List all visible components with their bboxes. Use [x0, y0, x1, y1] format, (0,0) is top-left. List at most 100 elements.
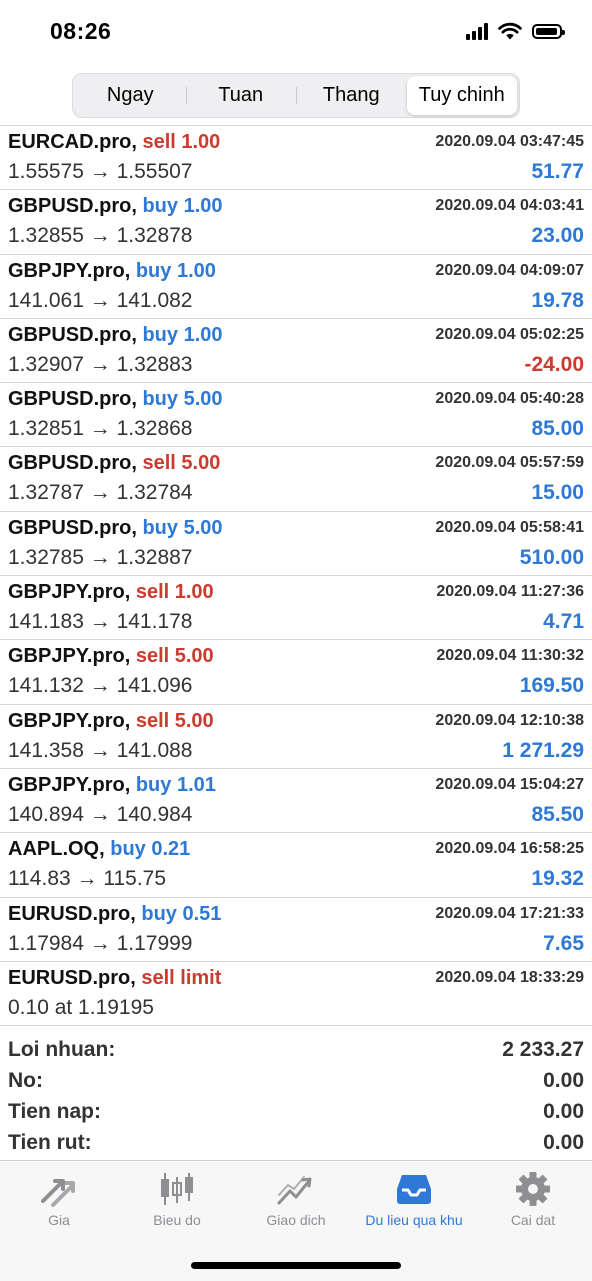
summary-credit-row: No: 0.00 [0, 1067, 592, 1098]
summary-deposit-row: Tien nap: 0.00 [0, 1098, 592, 1129]
summary-profit-value: 2 233.27 [502, 1038, 584, 1061]
nav-tab-trade[interactable]: Giao dich [237, 1161, 355, 1241]
trade-symbol: GBPUSD.pro, sell 5.00 [8, 452, 220, 475]
trade-symbol-name: AAPL.OQ, [8, 838, 105, 861]
trade-profit: 19.78 [531, 288, 584, 312]
trade-datetime: 2020.09.04 17:21:33 [435, 904, 584, 922]
trade-profit: 7.65 [543, 931, 584, 955]
trade-datetime: 2020.09.04 18:33:29 [435, 968, 584, 986]
trade-profit: -24.00 [524, 352, 584, 376]
trade-symbol-name: GBPUSD.pro, [8, 323, 137, 346]
trade-row[interactable]: GBPJPY.pro, sell 5.00 2020.09.04 11:30:32… [0, 640, 592, 705]
trade-symbol: GBPUSD.pro, buy 1.00 [8, 195, 223, 218]
battery-icon [532, 23, 565, 39]
trade-action: sell 5.00 [135, 645, 214, 668]
trade-symbol-name: GBPUSD.pro, [8, 516, 137, 539]
trade-row[interactable]: GBPUSD.pro, buy 5.00 2020.09.04 05:40:28 1… [0, 383, 592, 448]
trade-action: sell 1.00 [142, 131, 221, 153]
tab-month[interactable]: Thang [296, 76, 407, 115]
trade-symbol: EURUSD.pro, sell limit [8, 967, 221, 990]
tab-week[interactable]: Tuan [185, 76, 297, 115]
nav-tab-settings[interactable]: Cai dat [474, 1161, 592, 1241]
trade-symbol: GBPJPY.pro, sell 1.00 [8, 581, 214, 604]
trade-datetime: 2020.09.04 11:30:32 [436, 647, 584, 665]
trade-profit: 510.00 [519, 545, 584, 569]
summary-credit-label: No: [8, 1069, 43, 1092]
trade-prices: 114.83 → 115.75 [8, 867, 167, 891]
summary-deposit-label: Tien nap: [8, 1100, 101, 1123]
trade-prices: 1.32787 → 1.32784 [8, 481, 193, 505]
trade-datetime: 2020.09.04 05:40:28 [435, 390, 584, 408]
tab-custom[interactable]: Tuy chinh [406, 76, 517, 115]
trade-history-list: EURCAD.pro, sell 1.00 2020.09.04 03:47:45… [0, 126, 592, 1027]
trade-row[interactable]: EURUSD.pro, sell limit 2020.09.04 18:33:2… [0, 962, 592, 1027]
summary-profit-label: Loi nhuan: [8, 1038, 116, 1061]
trade-row[interactable]: GBPUSD.pro, sell 5.00 2020.09.04 05:57:59… [0, 447, 592, 512]
trade-datetime: 2020.09.04 04:09:07 [435, 261, 584, 279]
nav-tab-quotes[interactable]: Gia [0, 1161, 118, 1241]
trade-row[interactable]: GBPUSD.pro, buy 5.00 2020.09.04 05:58:41 1… [0, 512, 592, 577]
trade-datetime: 2020.09.04 16:58:25 [435, 840, 584, 858]
quotes-arrows-icon [41, 1179, 75, 1207]
trade-profit: 169.50 [519, 674, 584, 698]
trade-symbol-name: GBPJPY.pro, [8, 773, 131, 796]
trade-symbol: GBPJPY.pro, sell 5.00 [8, 710, 214, 733]
trade-action: buy 1.00 [135, 259, 216, 282]
trade-row[interactable]: GBPUSD.pro, buy 1.00 2020.09.04 05:02:25 1… [0, 319, 592, 384]
trade-symbol: GBPUSD.pro, buy 5.00 [8, 388, 223, 411]
trade-symbol: GBPJPY.pro, sell 5.00 [8, 645, 214, 668]
trade-symbol-name: GBPUSD.pro, [8, 452, 137, 475]
trade-profit: 51.77 [531, 160, 584, 183]
tab-day[interactable]: Ngay [75, 76, 186, 115]
trade-symbol-name: GBPJPY.pro, [8, 259, 131, 282]
trade-datetime: 2020.09.04 04:03:41 [435, 197, 584, 215]
trade-row[interactable]: GBPJPY.pro, sell 1.00 2020.09.04 11:27:36… [0, 576, 592, 641]
trade-row[interactable]: AAPL.OQ, buy 0.21 2020.09.04 16:58:25 114.… [0, 833, 592, 898]
summary-credit-value: 0.00 [543, 1069, 584, 1092]
trade-symbol-name: GBPJPY.pro, [8, 645, 131, 668]
trade-symbol-name: GBPUSD.pro, [8, 388, 137, 411]
trade-datetime: 2020.09.04 03:47:45 [435, 133, 584, 150]
trade-prices: 1.55575 → 1.55507 [8, 160, 193, 183]
trade-action: buy 5.00 [142, 516, 223, 539]
trade-prices: 1.32907 → 1.32883 [8, 352, 193, 376]
summary-section: Loi nhuan: 2 233.27 No: 0.00 Tien nap: 0… [0, 1036, 592, 1160]
summary-withdrawal-row: Tien rut: 0.00 [0, 1129, 592, 1160]
trade-prices: 1.32851 → 1.32868 [8, 417, 193, 441]
trade-action: sell 5.00 [135, 709, 214, 732]
trade-action: buy 1.00 [142, 195, 223, 218]
trade-chart-icon [277, 1176, 312, 1205]
summary-withdrawal-label: Tien rut: [8, 1131, 92, 1154]
trade-datetime: 2020.09.04 12:10:38 [435, 711, 584, 729]
trade-profit: 85.50 [531, 802, 584, 826]
trade-profit: 1 271.29 [502, 738, 584, 762]
cellular-signal-icon [466, 22, 488, 40]
trade-row[interactable]: GBPUSD.pro, buy 1.00 2020.09.04 04:03:41 1… [0, 190, 592, 255]
candlestick-chart-icon [161, 1173, 193, 1205]
trade-row[interactable]: EURUSD.pro, buy 0.51 2020.09.04 17:21:33 1… [0, 898, 592, 962]
nav-tab-history[interactable]: Du lieu qua khu [355, 1161, 473, 1241]
nav-tab-charts-label: Bieu do [153, 1212, 201, 1228]
trade-prices: 141.132 → 141.096 [8, 674, 193, 698]
trade-row[interactable]: GBPJPY.pro, buy 1.00 2020.09.04 04:09:07 1… [0, 255, 592, 319]
trade-symbol: GBPJPY.pro, buy 1.00 [8, 260, 216, 283]
trade-profit: 4.71 [543, 610, 584, 634]
trade-row[interactable]: GBPJPY.pro, sell 5.00 2020.09.04 12:10:38… [0, 705, 592, 769]
trade-symbol-name: EURCAD.pro, [8, 131, 137, 153]
trade-action: buy 0.21 [110, 838, 191, 861]
history-inbox-icon [397, 1175, 431, 1204]
trade-row[interactable]: EURCAD.pro, sell 1.00 2020.09.04 03:47:45… [0, 126, 592, 191]
nav-tab-settings-label: Cai dat [510, 1212, 556, 1228]
nav-tab-charts[interactable]: Bieu do [118, 1161, 236, 1241]
trade-profit: 15.00 [531, 481, 584, 505]
trade-symbol: EURUSD.pro, buy 0.51 [8, 903, 221, 926]
trade-prices: 141.061 → 141.082 [8, 288, 193, 312]
trade-symbol-name: GBPUSD.pro, [8, 195, 137, 218]
trade-row[interactable]: GBPJPY.pro, buy 1.01 2020.09.04 15:04:27 1… [0, 769, 592, 834]
nav-tab-quotes-label: Gia [48, 1212, 70, 1228]
trade-prices: 1.32785 → 1.32887 [8, 545, 193, 569]
trade-symbol: GBPUSD.pro, buy 5.00 [8, 517, 223, 540]
trade-profit: 19.32 [531, 867, 584, 891]
trade-action: buy 1.01 [135, 773, 216, 796]
summary-withdrawal-value: 0.00 [543, 1131, 584, 1154]
